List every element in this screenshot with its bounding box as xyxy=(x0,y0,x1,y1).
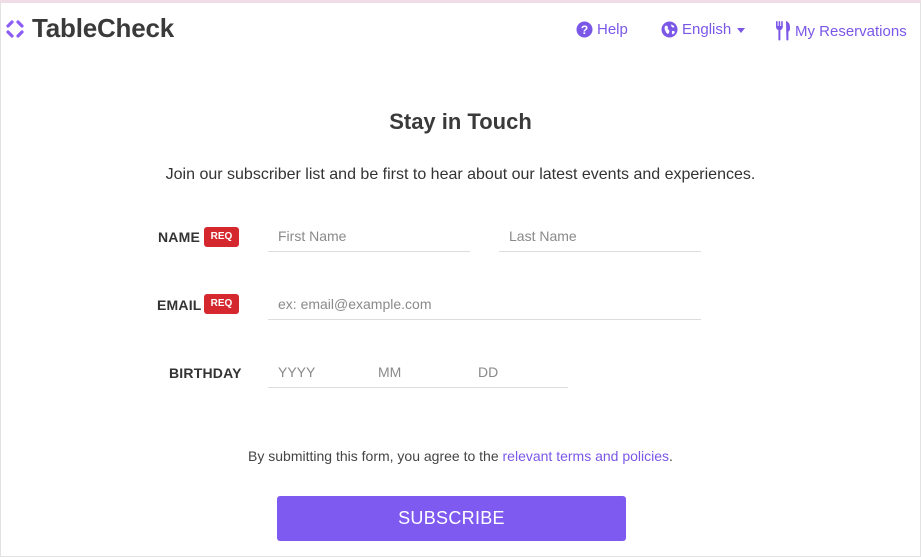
terms-prefix: By submitting this form, you agree to th… xyxy=(248,448,503,464)
help-label: Help xyxy=(597,21,628,38)
page-frame xyxy=(0,0,921,557)
terms-notice: By submitting this form, you agree to th… xyxy=(0,448,921,464)
page-subtitle: Join our subscriber list and be first to… xyxy=(165,166,756,183)
email-input[interactable] xyxy=(268,290,701,318)
help-icon: ? xyxy=(576,21,593,38)
name-required-badge: REQ xyxy=(204,227,239,247)
my-reservations-link[interactable]: My Reservations xyxy=(775,21,907,41)
first-name-field xyxy=(268,222,470,252)
logo[interactable]: TableCheck xyxy=(4,13,174,44)
language-label: English xyxy=(682,21,732,38)
utensils-icon xyxy=(776,21,790,41)
help-link[interactable]: ? Help xyxy=(576,21,628,38)
last-name-input[interactable] xyxy=(499,222,701,250)
email-required-badge: REQ xyxy=(204,294,239,314)
email-field xyxy=(268,290,701,320)
terms-link[interactable]: relevant terms and policies xyxy=(503,448,670,464)
last-name-field xyxy=(499,222,701,252)
birth-year-input[interactable] xyxy=(268,358,368,386)
my-reservations-label: My Reservations xyxy=(795,22,907,40)
birthday-field xyxy=(268,358,568,388)
birth-month-input[interactable] xyxy=(368,358,468,386)
email-label: EMAIL xyxy=(157,297,202,313)
logo-text: TableCheck xyxy=(32,13,175,43)
chevron-down-icon xyxy=(737,28,746,33)
globe-icon xyxy=(661,21,678,38)
svg-text:?: ? xyxy=(581,23,588,37)
terms-suffix: . xyxy=(669,448,673,464)
birth-day-input[interactable] xyxy=(468,358,568,386)
language-selector[interactable]: English xyxy=(661,21,746,38)
first-name-input[interactable] xyxy=(268,222,470,250)
header: TableCheck ? Help English My Reservation… xyxy=(0,3,921,53)
subscribe-button[interactable]: SUBSCRIBE xyxy=(277,496,626,541)
name-label: NAME xyxy=(158,229,201,245)
birthday-label: BIRTHDAY xyxy=(169,365,242,381)
page-title: Stay in Touch xyxy=(389,109,532,134)
tablecheck-logo-icon xyxy=(6,19,24,38)
